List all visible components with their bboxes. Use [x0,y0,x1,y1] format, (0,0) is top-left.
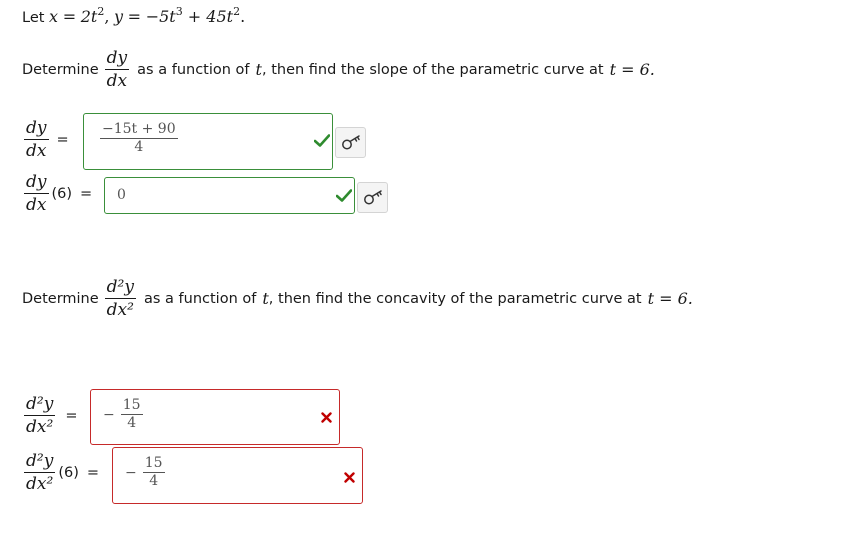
q1-text2: , then find the slope of the parametric … [261,61,604,78]
q1-row-1-answer-field[interactable]: −15t + 90 4 [83,113,333,170]
q1-derivative-fraction: dy dx [104,47,130,92]
q2-row-1-answer-den: 4 [127,415,137,431]
q2-row-1-label: d²y dx² = [24,393,77,438]
q2-row-1-answer-field[interactable]: − 15 4 [90,389,340,445]
key-button[interactable] [335,127,366,158]
q2-row-2-lhs: d²y dx² [24,450,56,495]
intro-y-var: y [114,7,124,26]
q2-row-2-answer-den: 4 [149,473,159,489]
key-icon [363,189,382,204]
q2-row-1-lhs-num: d²y [26,394,54,414]
q2-row-1-lhs: d²y dx² [24,393,56,438]
q2-row-2-answer-sign: − [125,464,137,481]
intro-y-expr-2: + 45t [182,7,234,26]
q1-cond: t = 6. [609,60,655,79]
q2-row-2-answer: − 15 4 [125,455,165,490]
q2-text: as a function of [143,290,257,307]
q1-row-1-answer: −15t + 90 4 [100,121,178,156]
q2-row-1-answer: − 15 4 [103,397,143,432]
q2-derivative-fraction: d²y dx² [104,276,136,321]
intro-x-expr: 2t [80,7,98,26]
q2-cond: t = 6. [647,289,693,308]
intro-equals-1: = [62,7,77,26]
key-icon [341,134,360,149]
q1-row-1-lhs: dy dx [24,117,49,162]
q2-determine: Determine [22,290,99,307]
q1-row-2-label: dy dx (6) = [24,171,92,216]
intro-y-pow-1: 3 [175,5,183,18]
q2-row-2-lhs-den: dx² [26,474,54,494]
q1-row-1-answer-den: 4 [134,139,144,155]
q1-row-1-answer-num: −15t + 90 [102,121,176,137]
intro-x-var: x [49,7,59,26]
q1-row-2-lhs-num: dy [26,172,47,192]
q2-row-2-eq: = [86,464,100,481]
intro-prefix: Let [22,10,45,26]
check-icon [335,189,353,206]
q1-determine: Determine [22,61,99,78]
q2-row-1-answer-num: 15 [122,397,141,413]
q1-row-1-label: dy dx = [24,117,69,162]
intro-comma: , [104,7,110,26]
intro-equals-2: = [127,7,142,26]
q2-row-2-answer-num: 15 [144,455,163,471]
q2-frac-den: dx² [106,300,134,320]
q2-row-1-eq: = [65,407,78,424]
q1-row-2-answer: 0 [117,187,126,203]
q2-row-2-answer-field[interactable]: − 15 4 [112,447,363,504]
q2-row-2-lhs-num: d²y [26,451,54,471]
intro-line: Let x = 2t2, y = −5t3 + 45t2. [22,5,245,26]
q2-prompt: Determine d²y dx² as a function of t, th… [22,276,693,321]
q1-frac-den: dx [106,71,128,91]
q1-row-2-lhs-den: dx [26,195,47,215]
q1-row-2-arg: (6) [51,185,73,202]
q1-row-2-lhs: dy dx [24,171,49,216]
q2-frac-num: d²y [106,277,134,297]
x-icon [344,471,355,487]
q1-prompt: Determine dy dx as a function of t, then… [22,47,655,92]
q2-row-2-arg: (6) [58,464,79,481]
q1-row-2-eq: = [80,185,93,202]
q2-row-1-lhs-den: dx² [26,417,54,437]
q2-row-1-answer-sign: − [103,406,115,423]
q1-frac-num: dy [106,48,128,68]
q1-text: as a function of [137,61,250,78]
q1-row-2-answer-field[interactable]: 0 [104,177,355,214]
intro-y-expr-1: −5t [145,7,176,26]
q2-row-2-label: d²y dx² (6) = [24,450,99,495]
key-button[interactable] [357,182,388,213]
q2-text2: , then find the concavity of the paramet… [268,290,642,307]
q1-row-1-lhs-num: dy [26,118,47,138]
q1-row-1-eq: = [56,131,69,148]
check-icon [313,134,331,151]
x-icon [321,411,332,427]
q1-row-1-lhs-den: dx [26,141,47,161]
intro-period: . [240,7,246,26]
